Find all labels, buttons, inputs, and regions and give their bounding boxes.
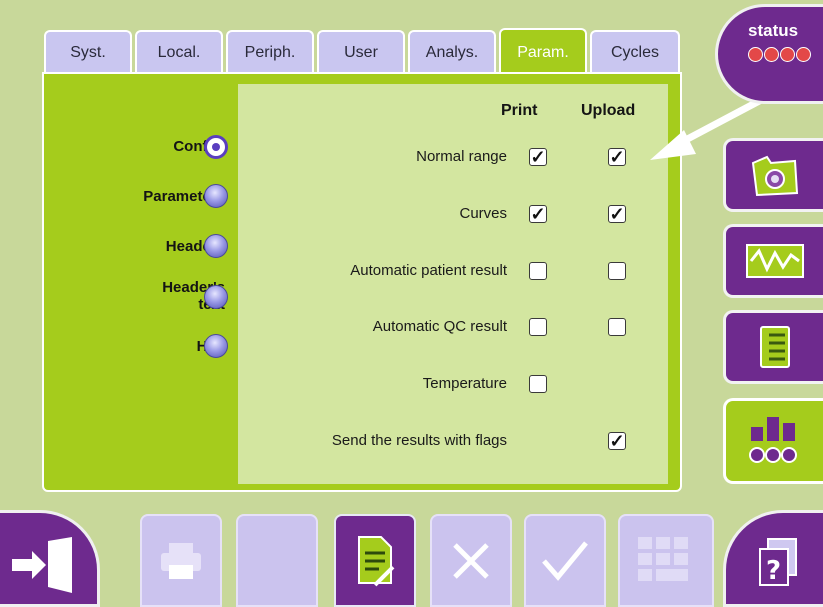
exit-button[interactable] — [0, 510, 100, 607]
settings-content-panel — [238, 84, 668, 484]
tab-user[interactable]: User — [317, 30, 405, 74]
tab-label: Periph. — [244, 44, 296, 61]
tab-label: Cycles — [610, 44, 659, 61]
tab-label: Syst. — [70, 44, 106, 61]
column-header-print: Print — [501, 102, 538, 119]
sidebar-radio-headers[interactable] — [204, 234, 228, 258]
row-label-curves: Curves — [459, 205, 507, 222]
waveform-button[interactable] — [723, 224, 823, 298]
status-label: status — [748, 21, 799, 40]
row-label-normal-range: Normal range — [416, 148, 507, 165]
tab-cycles[interactable]: Cycles — [590, 30, 680, 74]
keypad-button[interactable] — [618, 514, 714, 607]
print-button[interactable] — [140, 514, 222, 607]
upload-normal-range-checkbox[interactable]: ✓ — [608, 148, 626, 166]
document-edit-icon — [358, 535, 395, 586]
row-label-temperature: Temperature — [422, 375, 507, 392]
folder-camera-button[interactable] — [723, 138, 823, 212]
settings-button[interactable] — [723, 398, 823, 484]
upload-curves-checkbox[interactable]: ✓ — [608, 205, 626, 223]
tab-param[interactable]: Param. — [499, 28, 587, 76]
row-label-automatic-patient-result: Automatic patient result — [350, 262, 507, 279]
sidebar-radio-config[interactable] — [204, 135, 228, 159]
svg-text:?: ? — [766, 556, 781, 586]
print-automatic-qc-result-checkbox[interactable] — [529, 318, 547, 336]
print-curves-checkbox[interactable]: ✓ — [529, 205, 547, 223]
validate-button[interactable] — [524, 514, 606, 607]
tab-local[interactable]: Local. — [135, 30, 223, 74]
validate-check-icon — [542, 540, 588, 581]
tab-label: Analys. — [425, 44, 479, 61]
tab-label: User — [344, 44, 378, 61]
tab-analys[interactable]: Analys. — [408, 30, 496, 74]
keypad-icon — [638, 536, 688, 581]
sidebar-radio-parameters[interactable] — [204, 184, 228, 208]
edit-document-button[interactable] — [334, 514, 416, 607]
row-label-send-results-with-flags: Send the results with flags — [331, 432, 507, 449]
cancel-x-icon — [453, 542, 489, 579]
sidebar-radio-hl7[interactable] — [204, 334, 228, 358]
sidebar-radio-headers-text[interactable] — [204, 285, 228, 309]
print-normal-range-checkbox[interactable]: ✓ — [529, 148, 547, 166]
tab-label: Local. — [157, 44, 201, 61]
tab-syst[interactable]: Syst. — [44, 30, 132, 74]
status-indicator-icon — [748, 47, 811, 62]
upload-automatic-qc-result-checkbox[interactable] — [608, 318, 626, 336]
waveform-icon — [745, 244, 804, 278]
print-temperature-checkbox[interactable] — [529, 375, 547, 393]
upload-send-results-with-flags-checkbox[interactable]: ✓ — [608, 432, 626, 450]
cancel-button[interactable] — [430, 514, 512, 607]
row-label-automatic-qc-result: Automatic QC result — [372, 318, 507, 335]
exit-door-icon — [12, 537, 72, 593]
folder-camera-icon — [751, 155, 798, 197]
column-header-upload: Upload — [581, 102, 636, 119]
settings-levels-icon — [748, 417, 797, 463]
tab-label: Param. — [517, 44, 569, 61]
blank-toolbar-button[interactable] — [236, 514, 318, 607]
help-icon: ? — [759, 538, 797, 586]
binder-button[interactable] — [723, 310, 823, 384]
tab-periph[interactable]: Periph. — [226, 30, 314, 74]
print-automatic-patient-result-checkbox[interactable] — [529, 262, 547, 280]
help-button[interactable]: ? — [723, 510, 823, 607]
status-button[interactable]: status — [715, 4, 823, 104]
binder-icon — [759, 326, 790, 368]
printer-icon — [161, 542, 201, 579]
upload-automatic-patient-result-checkbox[interactable] — [608, 262, 626, 280]
